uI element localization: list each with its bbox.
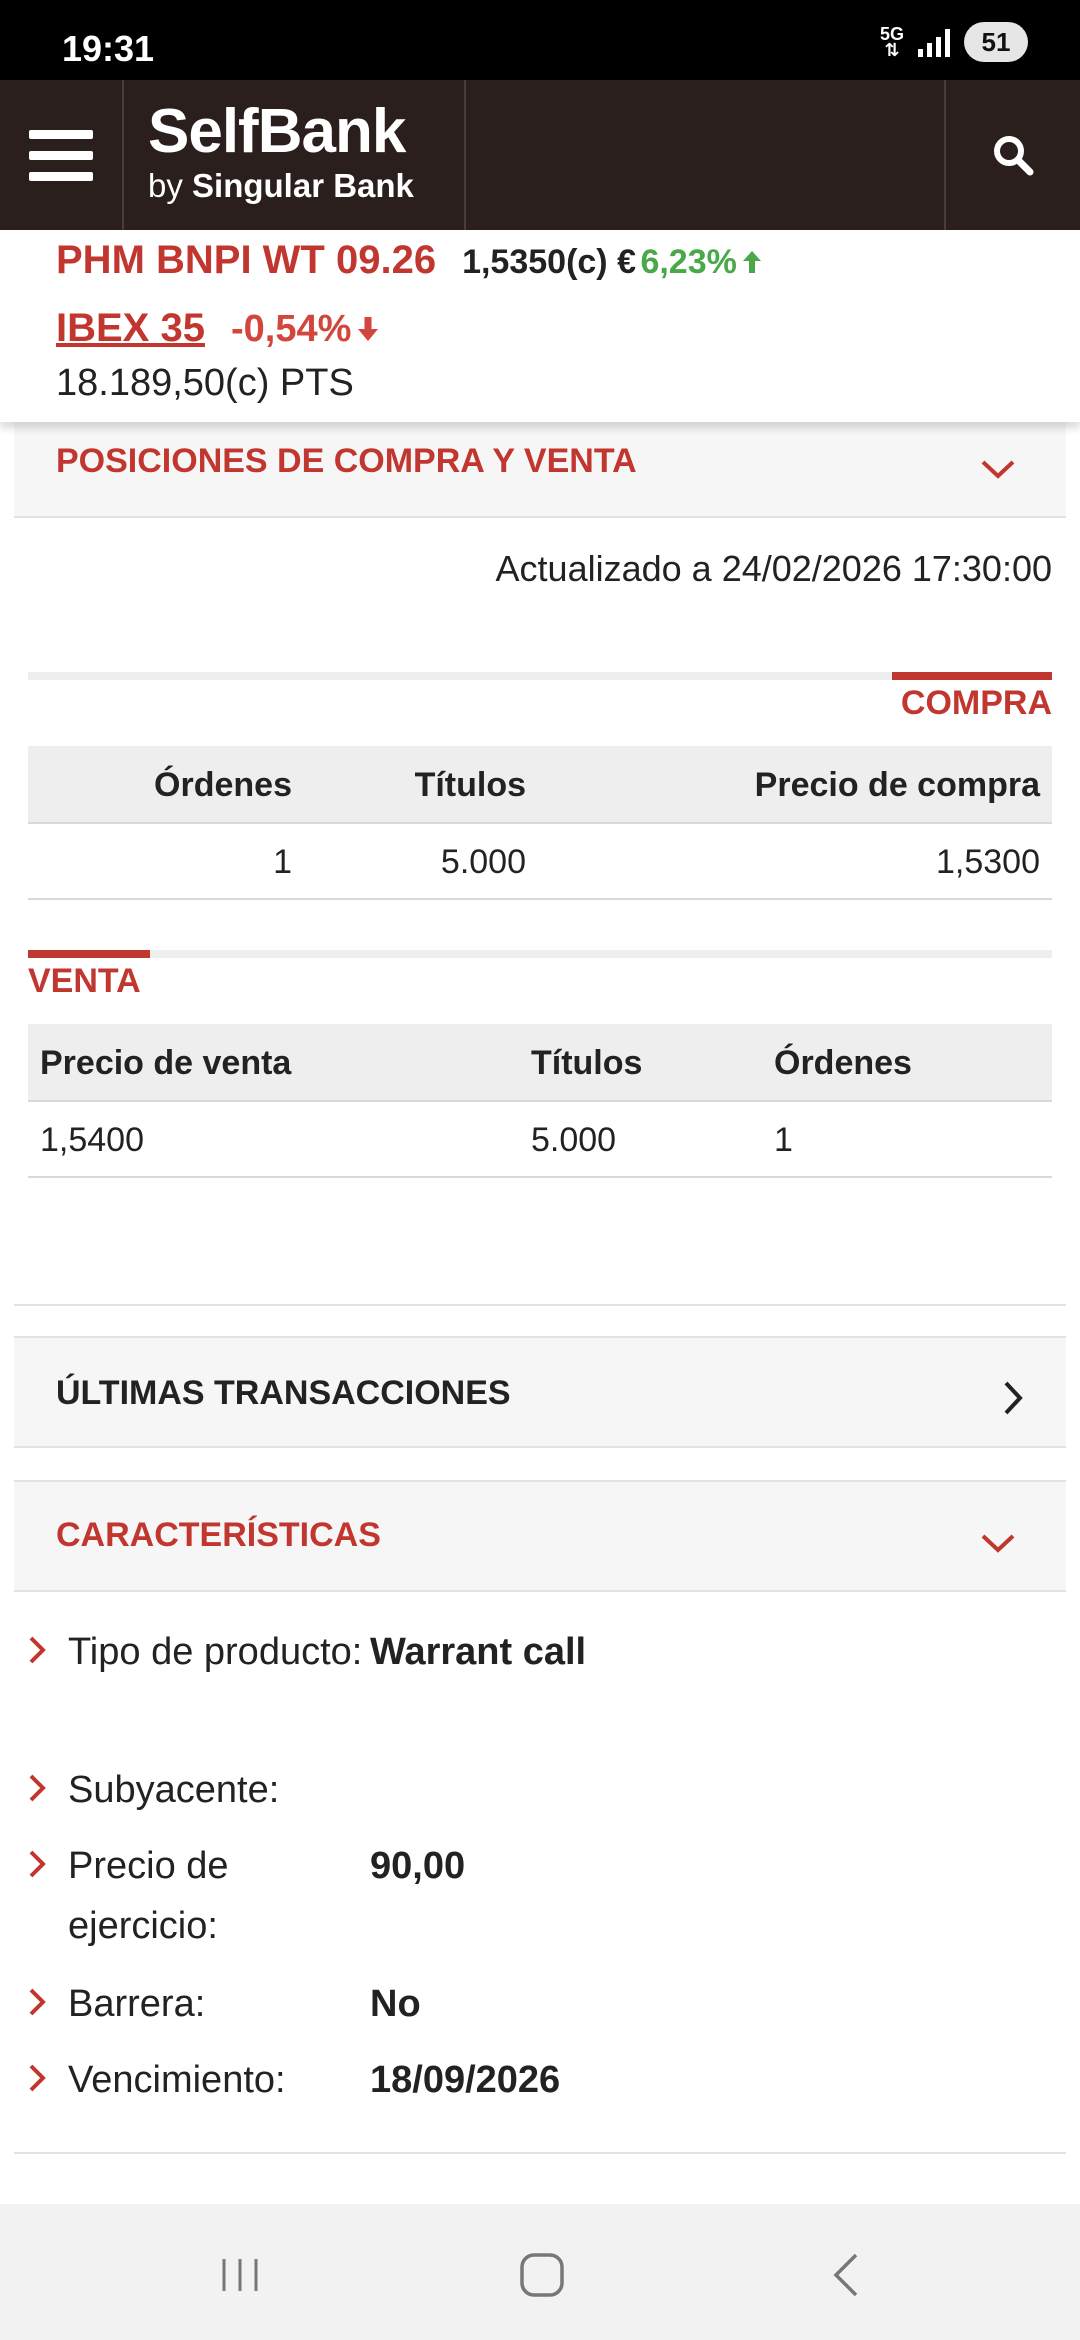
positions-title: POSICIONES DE COMPRA Y VENTA — [56, 442, 637, 480]
updated-timestamp: Actualizado a 24/02/2026 17:30:00 — [495, 548, 1052, 589]
product-change: 6,23% — [640, 243, 737, 281]
feature-value: No — [370, 1983, 421, 2025]
status-time: 19:31 — [62, 28, 155, 69]
table-row: 1 5.000 1,5300 — [28, 824, 1052, 900]
table-cell: 1,5400 — [40, 1120, 144, 1159]
home-icon — [520, 2253, 564, 2297]
search-button[interactable] — [944, 80, 1080, 230]
table-cell: 1,5300 — [936, 842, 1040, 881]
buy-label: COMPRA — [900, 684, 1052, 722]
menu-button[interactable] — [0, 80, 124, 230]
section-divider — [14, 2152, 1066, 2154]
feature-label: Tipo de producto: — [68, 1631, 363, 1673]
characteristics-section-header[interactable]: CARACTERÍSTICAS — [14, 1480, 1066, 1592]
feature-value: 90,00 — [370, 1845, 466, 1887]
arrow-down-icon — [357, 317, 378, 341]
section-divider — [14, 1304, 1066, 1306]
table-cell: 5.000 — [440, 842, 526, 881]
back-button[interactable] — [816, 2250, 876, 2300]
arrow-up-icon — [743, 251, 762, 273]
feature-label: Barrera: — [68, 1983, 206, 2025]
feature-value: 18/09/2026 — [370, 2059, 561, 2101]
table-cell: 5.000 — [531, 1120, 617, 1159]
feature-label: Vencimiento: — [68, 2059, 286, 2101]
chevron-right-icon — [29, 1850, 46, 1878]
index-link[interactable]: IBEX 35 — [56, 306, 205, 351]
ticker-panel: PHM BNPI WT 09.26 1,5350(c) € 6,23% IBEX… — [0, 230, 1080, 422]
battery-level: 51 — [981, 26, 1011, 57]
logo-subtitle: by Singular Bank — [148, 167, 414, 204]
transactions-title: ÚLTIMAS TRANSACCIONES — [56, 1374, 511, 1412]
search-icon — [994, 136, 1034, 176]
characteristics-title: CARACTERÍSTICAS — [56, 1516, 381, 1554]
column-header: Títulos — [531, 1043, 643, 1082]
logo[interactable]: SelfBank by Singular Bank — [126, 80, 466, 230]
table-cell: 1 — [273, 842, 292, 881]
sell-table: Precio de venta Títulos Órdenes 1,5400 5… — [28, 1024, 1052, 1178]
index-change: -0,54% — [230, 308, 352, 350]
column-header: Precio de venta — [40, 1043, 292, 1082]
buy-table-header: Órdenes Títulos Precio de compra — [28, 746, 1052, 824]
sell-label: VENTA — [28, 962, 141, 1000]
chevron-right-icon — [29, 1636, 46, 1664]
table-cell: 1 — [774, 1120, 793, 1159]
buy-panel-bar — [28, 672, 1052, 680]
recents-icon — [222, 2259, 258, 2291]
column-header: Órdenes — [774, 1043, 912, 1082]
chevron-right-icon — [29, 2064, 46, 2092]
transactions-section-header[interactable]: ÚLTIMAS TRANSACCIONES — [14, 1336, 1066, 1448]
index-value: 18.189,50(c) PTS — [56, 362, 354, 404]
network-indicator: 5G ⇅ — [880, 25, 904, 60]
feature-value: Warrant call — [370, 1631, 587, 1673]
positions-section-header[interactable]: POSICIONES DE COMPRA Y VENTA — [14, 422, 1066, 518]
feature-label: Precio de ejercicio: — [68, 1845, 229, 1947]
buy-table: Órdenes Títulos Precio de compra 1 5.000… — [28, 746, 1052, 900]
system-nav-bar — [0, 2204, 1080, 2340]
sell-table-header: Precio de venta Títulos Órdenes — [28, 1024, 1052, 1102]
status-bar: 19:31 5G ⇅ 51 — [0, 0, 1080, 80]
column-header: Órdenes — [154, 765, 292, 804]
product-price: 1,5350(c) € — [462, 243, 636, 281]
logo-title: SelfBank — [148, 97, 406, 166]
sell-panel-bar — [28, 950, 1052, 958]
chevron-down-icon — [981, 460, 1015, 479]
product-quote: PHM BNPI WT 09.26 1,5350(c) € 6,23% — [56, 238, 763, 283]
table-row: 1,5400 5.000 1 — [28, 1102, 1052, 1178]
recents-button[interactable] — [210, 2250, 270, 2300]
home-button[interactable] — [512, 2250, 572, 2300]
column-header: Precio de compra — [754, 765, 1040, 804]
data-arrows-icon: ⇅ — [884, 40, 900, 60]
column-header: Títulos — [414, 765, 526, 804]
chevron-right-icon — [29, 1988, 46, 2016]
signal-icon — [918, 27, 950, 57]
back-icon — [833, 2253, 858, 2297]
product-name: PHM BNPI WT 09.26 — [56, 238, 437, 282]
feature-label: Subyacente: — [68, 1769, 280, 1811]
chevron-down-icon — [981, 1534, 1015, 1553]
app-header: SelfBank by Singular Bank — [0, 80, 1080, 230]
status-indicators: 5G ⇅ 51 — [880, 22, 1028, 62]
chevron-right-icon — [29, 1774, 46, 1802]
menu-icon — [29, 129, 93, 139]
index-quote: IBEX 35 -0,54% — [56, 306, 380, 351]
chevron-right-icon — [1004, 1381, 1023, 1415]
battery-icon: 51 — [964, 22, 1028, 62]
